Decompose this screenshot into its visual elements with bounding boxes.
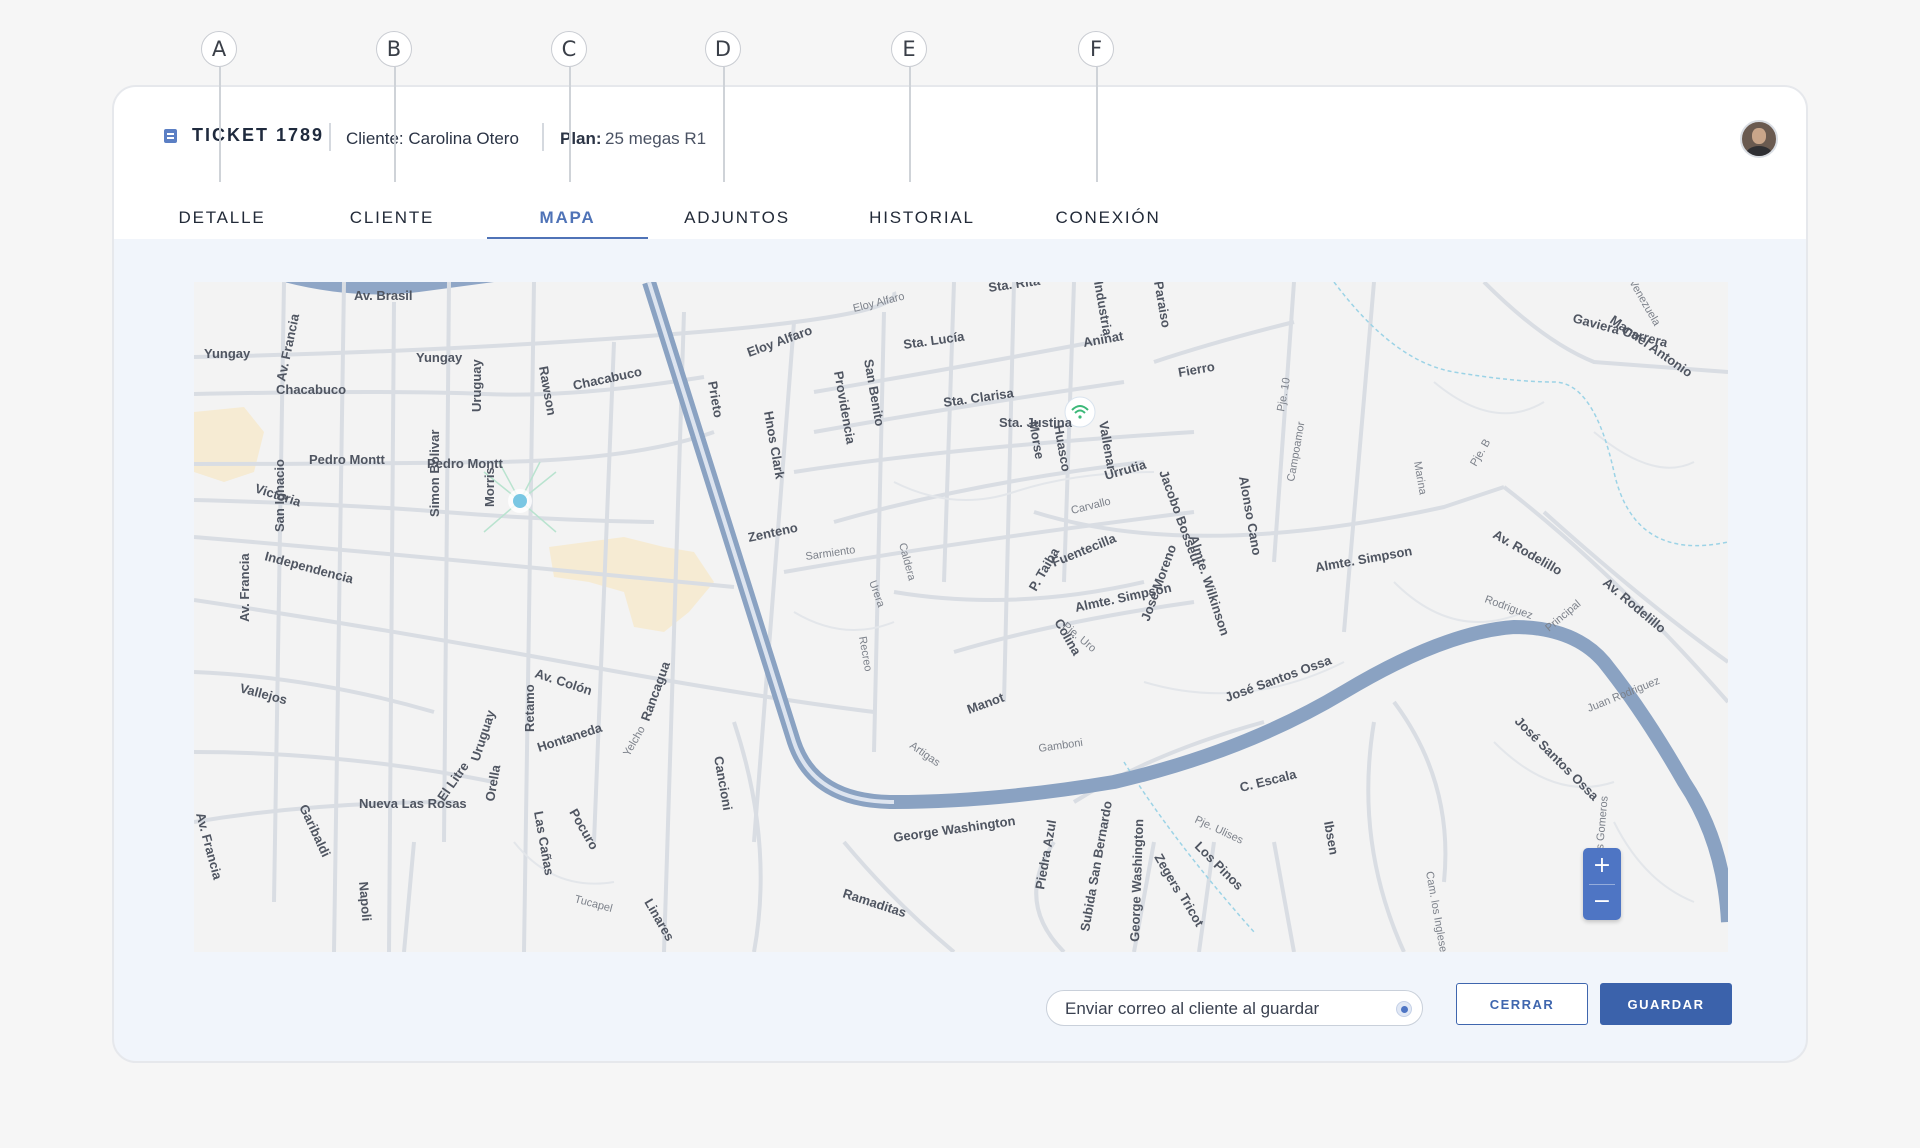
annotation-marker-a: A — [201, 31, 237, 67]
annotation-line-c — [569, 67, 571, 182]
header-divider — [329, 123, 331, 151]
annotation-marker-b: B — [376, 31, 412, 67]
annotation-marker-e: E — [891, 31, 927, 67]
map-label: Av. Brasil — [354, 288, 413, 303]
ticket-title: TICKET 1789 — [192, 125, 325, 145]
client-name: Cliente: Carolina Otero — [346, 129, 519, 148]
zoom-in-button[interactable]: + — [1583, 848, 1621, 884]
ticket-icon — [164, 129, 177, 143]
annotation-marker-f: F — [1078, 31, 1114, 67]
zoom-divider — [1589, 884, 1615, 885]
header-divider — [542, 123, 544, 151]
email-toggle-radio[interactable] — [1396, 1001, 1412, 1017]
street-label: Pedro Montt — [309, 452, 385, 467]
street-label: Nueva Las Rosas — [359, 796, 467, 811]
street-label: Simon Bolivar — [427, 430, 442, 517]
plan-label: Plan: — [560, 129, 602, 148]
plan-value: 25 megas R1 — [605, 129, 707, 148]
annotation-line-e — [909, 67, 911, 182]
tab-mapa[interactable]: MAPA — [487, 197, 648, 239]
avatar[interactable] — [1740, 120, 1778, 158]
zoom-out-button[interactable]: − — [1583, 884, 1621, 920]
annotation-line-f — [1096, 67, 1098, 182]
annotation-line-b — [394, 67, 396, 182]
annotation-line-a — [219, 67, 221, 182]
street-label: San Ignacio — [272, 459, 287, 532]
map-view[interactable]: Av. Brasil Yungay Yungay Chacabuco Chaca… — [194, 282, 1728, 952]
street-label: Uruguay — [469, 359, 484, 413]
annotation-marker-d: D — [705, 31, 741, 67]
street-label: Yungay — [416, 350, 463, 365]
map-canvas[interactable]: Av. Brasil Yungay Yungay Chacabuco Chaca… — [194, 282, 1728, 952]
zoom-control: + − — [1583, 848, 1621, 920]
annotation-marker-c: C — [551, 31, 587, 67]
active-tab-indicator — [487, 237, 648, 239]
street-label: Yungay — [204, 346, 251, 361]
close-button[interactable]: CERRAR — [1456, 983, 1588, 1025]
tab-cliente[interactable]: CLIENTE — [320, 197, 464, 239]
tab-adjuntos[interactable]: ADJUNTOS — [662, 197, 812, 239]
street-label: Chacabuco — [276, 382, 346, 397]
tab-conexion[interactable]: CONEXIÓN — [1026, 197, 1190, 239]
street-label: Av. Francia — [237, 553, 252, 622]
save-button[interactable]: GUARDAR — [1600, 983, 1732, 1025]
annotation-line-d — [723, 67, 725, 182]
tab-historial[interactable]: HISTORIAL — [840, 197, 1004, 239]
email-toggle-field[interactable]: Enviar correo al cliente al guardar — [1046, 990, 1423, 1026]
email-toggle-label: Enviar correo al cliente al guardar — [1065, 999, 1320, 1018]
ticket-card: TICKET 1789 Cliente: Carolina Otero Plan… — [112, 85, 1808, 1063]
street-label: Morris — [482, 467, 497, 507]
tab-detalle[interactable]: DETALLE — [150, 197, 294, 239]
ticket-header: TICKET 1789 Cliente: Carolina Otero Plan… — [114, 87, 1806, 239]
street-label: Retamo — [522, 684, 537, 732]
